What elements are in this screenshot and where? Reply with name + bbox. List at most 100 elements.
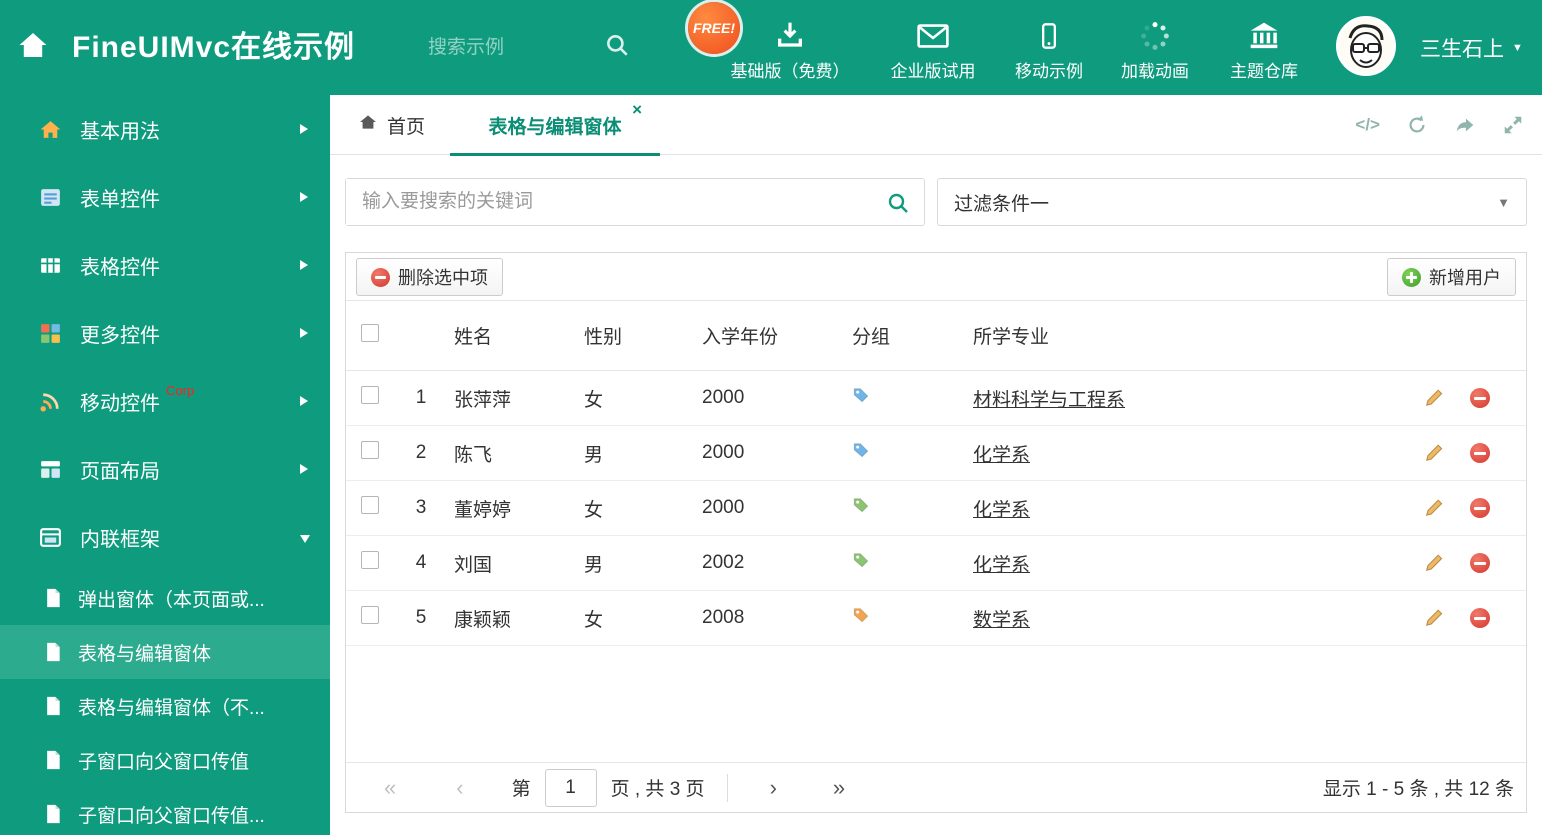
delete-button-label: 删除选中项 [398, 268, 488, 288]
edit-icon[interactable] [1424, 498, 1444, 518]
tag-icon [852, 496, 870, 514]
row-checkbox[interactable] [361, 441, 379, 459]
sidebar-item-form-controls[interactable]: 表单控件 [0, 163, 330, 231]
select-all-checkbox[interactable] [361, 323, 379, 342]
table-row: 5 康颖颖 女 2008 数学系 [346, 591, 1526, 646]
major-link[interactable]: 化学系 [973, 445, 1030, 466]
sidebar-item-label: 移动控件 [80, 392, 160, 415]
caret-right-icon [300, 396, 308, 406]
major-link[interactable]: 材料科学与工程系 [973, 390, 1125, 411]
sidebar: 基本用法 表单控件 表格控件 更多控件 移动控件 Corp 页面布局 内联框架 … [0, 95, 330, 835]
edit-icon[interactable] [1424, 553, 1444, 573]
pager-next-button[interactable]: › [770, 775, 777, 801]
minus-circle-icon [371, 267, 390, 287]
expand-icon[interactable] [1502, 114, 1524, 136]
delete-icon[interactable] [1470, 443, 1490, 463]
delete-icon[interactable] [1470, 553, 1490, 573]
filter-dropdown-value: 过滤条件一 [954, 193, 1050, 215]
delete-icon[interactable] [1470, 608, 1490, 628]
grid-toolbar: 删除选中项 新增用户 [346, 253, 1526, 301]
file-icon [44, 696, 64, 716]
search-icon[interactable] [604, 32, 630, 63]
row-checkbox[interactable] [361, 606, 379, 624]
row-gender: 女 [584, 389, 604, 411]
sidebar-subitem-label: 子窗口向父窗口传值 [78, 751, 250, 773]
row-gender: 男 [584, 554, 604, 576]
share-icon[interactable] [1454, 114, 1476, 136]
search-icon[interactable] [886, 191, 910, 220]
home-icon[interactable] [16, 28, 50, 67]
tag-icon [852, 386, 870, 404]
edit-icon[interactable] [1424, 388, 1444, 408]
avatar[interactable] [1336, 16, 1396, 76]
row-name: 张萍萍 [454, 389, 512, 411]
delete-icon[interactable] [1470, 388, 1490, 408]
caret-right-icon [300, 464, 308, 474]
table-row: 1 张萍萍 女 2000 材料科学与工程系 [346, 371, 1526, 426]
sidebar-subitem-label: 表格与编辑窗体 [78, 643, 212, 665]
tab-bar-tools: </> [1355, 95, 1524, 155]
row-checkbox[interactable] [361, 551, 379, 569]
pager-prev-button[interactable]: ‹ [456, 775, 463, 801]
code-icon[interactable]: </> [1355, 115, 1380, 135]
row-year: 2000 [702, 442, 745, 463]
table-header-row: 姓名 性别 入学年份 分组 所学专业 [346, 301, 1526, 371]
sidebar-subitem-child-to-parent[interactable]: 子窗口向父窗口传值 [0, 733, 330, 787]
delete-icon[interactable] [1470, 498, 1490, 518]
edit-icon[interactable] [1424, 443, 1444, 463]
page-number-input[interactable] [544, 768, 597, 807]
pager-last-button[interactable]: » [833, 775, 845, 801]
row-gender: 女 [584, 499, 604, 521]
user-menu[interactable]: 三生石上 ▼ [1420, 0, 1523, 95]
tag-icon [852, 551, 870, 569]
file-icon [44, 642, 64, 662]
user-name: 三生石上 [1420, 37, 1504, 61]
sidebar-item-grid-controls[interactable]: 表格控件 [0, 231, 330, 299]
sidebar-item-mobile-controls[interactable]: 移动控件 Corp [0, 367, 330, 435]
sidebar-item-label: 更多控件 [80, 324, 160, 347]
sidebar-item-iframe[interactable]: 内联框架 [0, 503, 330, 571]
layout-icon [38, 457, 64, 482]
row-name: 康颖颖 [454, 609, 512, 631]
tab-grid-edit-window[interactable]: 表格与编辑窗体 × [450, 95, 660, 156]
edit-icon[interactable] [1424, 608, 1444, 628]
row-checkbox[interactable] [361, 386, 379, 404]
keyword-search-input[interactable] [346, 179, 866, 225]
row-index: 5 [415, 607, 427, 628]
download-icon [720, 16, 860, 54]
sidebar-item-basic-usage[interactable]: 基本用法 [0, 95, 330, 163]
table-row: 4 刘国 男 2002 化学系 [346, 536, 1526, 591]
pagination-bar: « ‹ 第 页 , 共 3 页 › » 显示 1 - 5 条 , 共 12 条 [346, 762, 1526, 812]
delete-selected-button[interactable]: 删除选中项 [356, 258, 503, 296]
sidebar-subitem-popup-window[interactable]: 弹出窗体（本页面或... [0, 571, 330, 625]
nav-theme-store[interactable]: 主题仓库 [1194, 16, 1334, 82]
sidebar-subitem-grid-edit-window[interactable]: 表格与编辑窗体 [0, 625, 330, 679]
row-index: 1 [415, 387, 427, 408]
add-user-button[interactable]: 新增用户 [1387, 258, 1516, 296]
header-search-input[interactable] [428, 30, 603, 66]
row-checkbox[interactable] [361, 496, 379, 514]
major-link[interactable]: 数学系 [973, 610, 1030, 631]
sidebar-subitem-label: 弹出窗体（本页面或... [78, 589, 265, 611]
col-header-major: 所学专业 [973, 327, 1050, 348]
sidebar-subitem-grid-edit-window-2[interactable]: 表格与编辑窗体（不... [0, 679, 330, 733]
signal-icon [38, 389, 64, 414]
major-link[interactable]: 化学系 [973, 500, 1030, 521]
row-index: 4 [415, 552, 427, 573]
row-index: 2 [415, 442, 427, 463]
refresh-icon[interactable] [1406, 114, 1428, 136]
file-icon [44, 804, 64, 824]
header: FineUIMvc在线示例 FREE! 基础版（免费） 企业版试用 移动示例 [0, 0, 1542, 95]
keyword-search-box [345, 178, 925, 226]
table-icon [38, 253, 64, 278]
filter-dropdown[interactable]: 过滤条件一 ▼ [937, 178, 1527, 226]
close-icon[interactable]: × [632, 101, 642, 118]
major-link[interactable]: 化学系 [973, 555, 1030, 576]
record-summary: 显示 1 - 5 条 , 共 12 条 [1322, 779, 1514, 800]
sidebar-item-page-layout[interactable]: 页面布局 [0, 435, 330, 503]
pager-first-button[interactable]: « [384, 775, 396, 801]
sidebar-item-more-controls[interactable]: 更多控件 [0, 299, 330, 367]
nav-basic-free[interactable]: 基础版（免费） [720, 16, 860, 82]
sidebar-subitem-child-to-parent-2[interactable]: 子窗口向父窗口传值... [0, 787, 330, 835]
tab-home[interactable]: 首页 [358, 95, 425, 155]
